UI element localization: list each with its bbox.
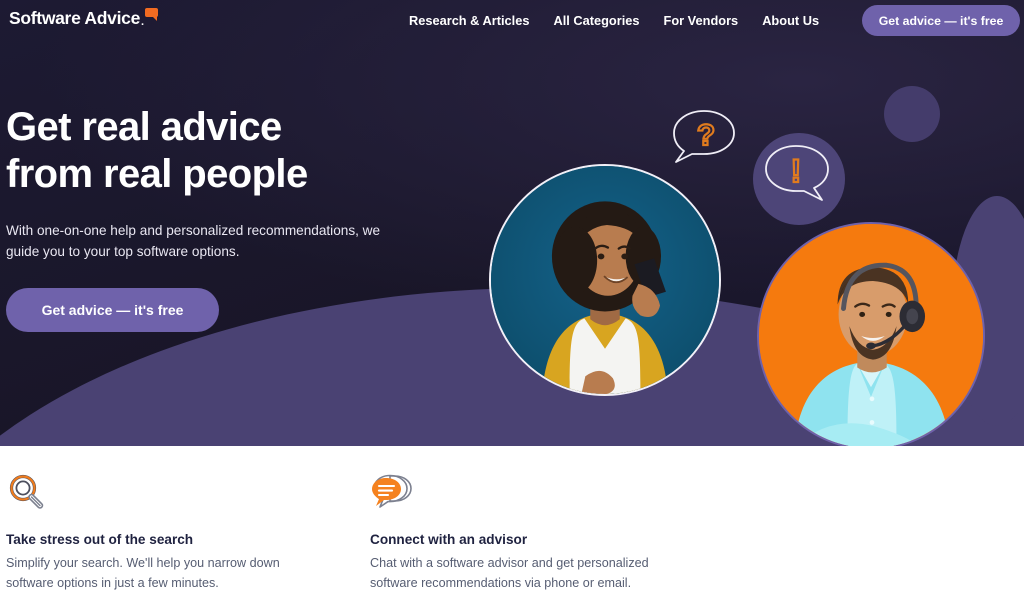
man-with-headset-photo — [757, 222, 985, 446]
question-speech-bubble: ? — [668, 108, 740, 164]
speech-bubble-icon — [145, 8, 159, 21]
hero-subtitle: With one-on-one help and personalized re… — [6, 222, 381, 259]
man-with-headset-illustration — [759, 224, 983, 446]
nav-item-for-vendors[interactable]: For Vendors — [664, 13, 739, 28]
decorative-circle-top-right — [884, 86, 940, 142]
woman-on-phone-illustration — [491, 166, 719, 394]
hero-copy: Get real advice from real people With on… — [6, 104, 436, 332]
features-section: Take stress out of the search Simplify y… — [0, 446, 1024, 592]
svg-text:!: ! — [791, 153, 802, 189]
logo-dot: . — [141, 15, 145, 28]
logo-text: Software Advice — [9, 8, 141, 28]
nav-item-about-us[interactable]: About Us — [762, 13, 819, 28]
nav-item-all-categories[interactable]: All Categories — [553, 13, 639, 28]
feature-card-search: Take stress out of the search Simplify y… — [0, 446, 280, 592]
nav-links: Research & Articles All Categories For V… — [409, 0, 819, 41]
nav-get-advice-button[interactable]: Get advice — it's free — [862, 5, 1020, 36]
top-navigation: Software Advice . Research & Articles Al… — [0, 0, 1024, 41]
question-bubble-icon: ? — [673, 110, 735, 163]
hero-get-advice-button[interactable]: Get advice — it's free — [6, 287, 219, 332]
exclamation-speech-bubble: ! — [762, 142, 842, 206]
woman-on-phone-photo — [489, 164, 721, 396]
site-logo[interactable]: Software Advice . — [9, 8, 159, 28]
exclamation-bubble-icon: ! — [765, 145, 829, 201]
hero-title: Get real advice from real people — [6, 105, 308, 196]
svg-text:?: ? — [697, 119, 715, 152]
hero-section: Software Advice . Research & Articles Al… — [0, 0, 1024, 446]
nav-item-research-articles[interactable]: Research & Articles — [409, 13, 529, 28]
page-root: Software Advice . Research & Articles Al… — [0, 0, 1024, 592]
feature-card-advisor: Connect with an advisor Chat with a soft… — [30, 446, 649, 592]
feature-card-confident-choice: Make a confident choice Use research, in… — [394, 446, 1024, 592]
